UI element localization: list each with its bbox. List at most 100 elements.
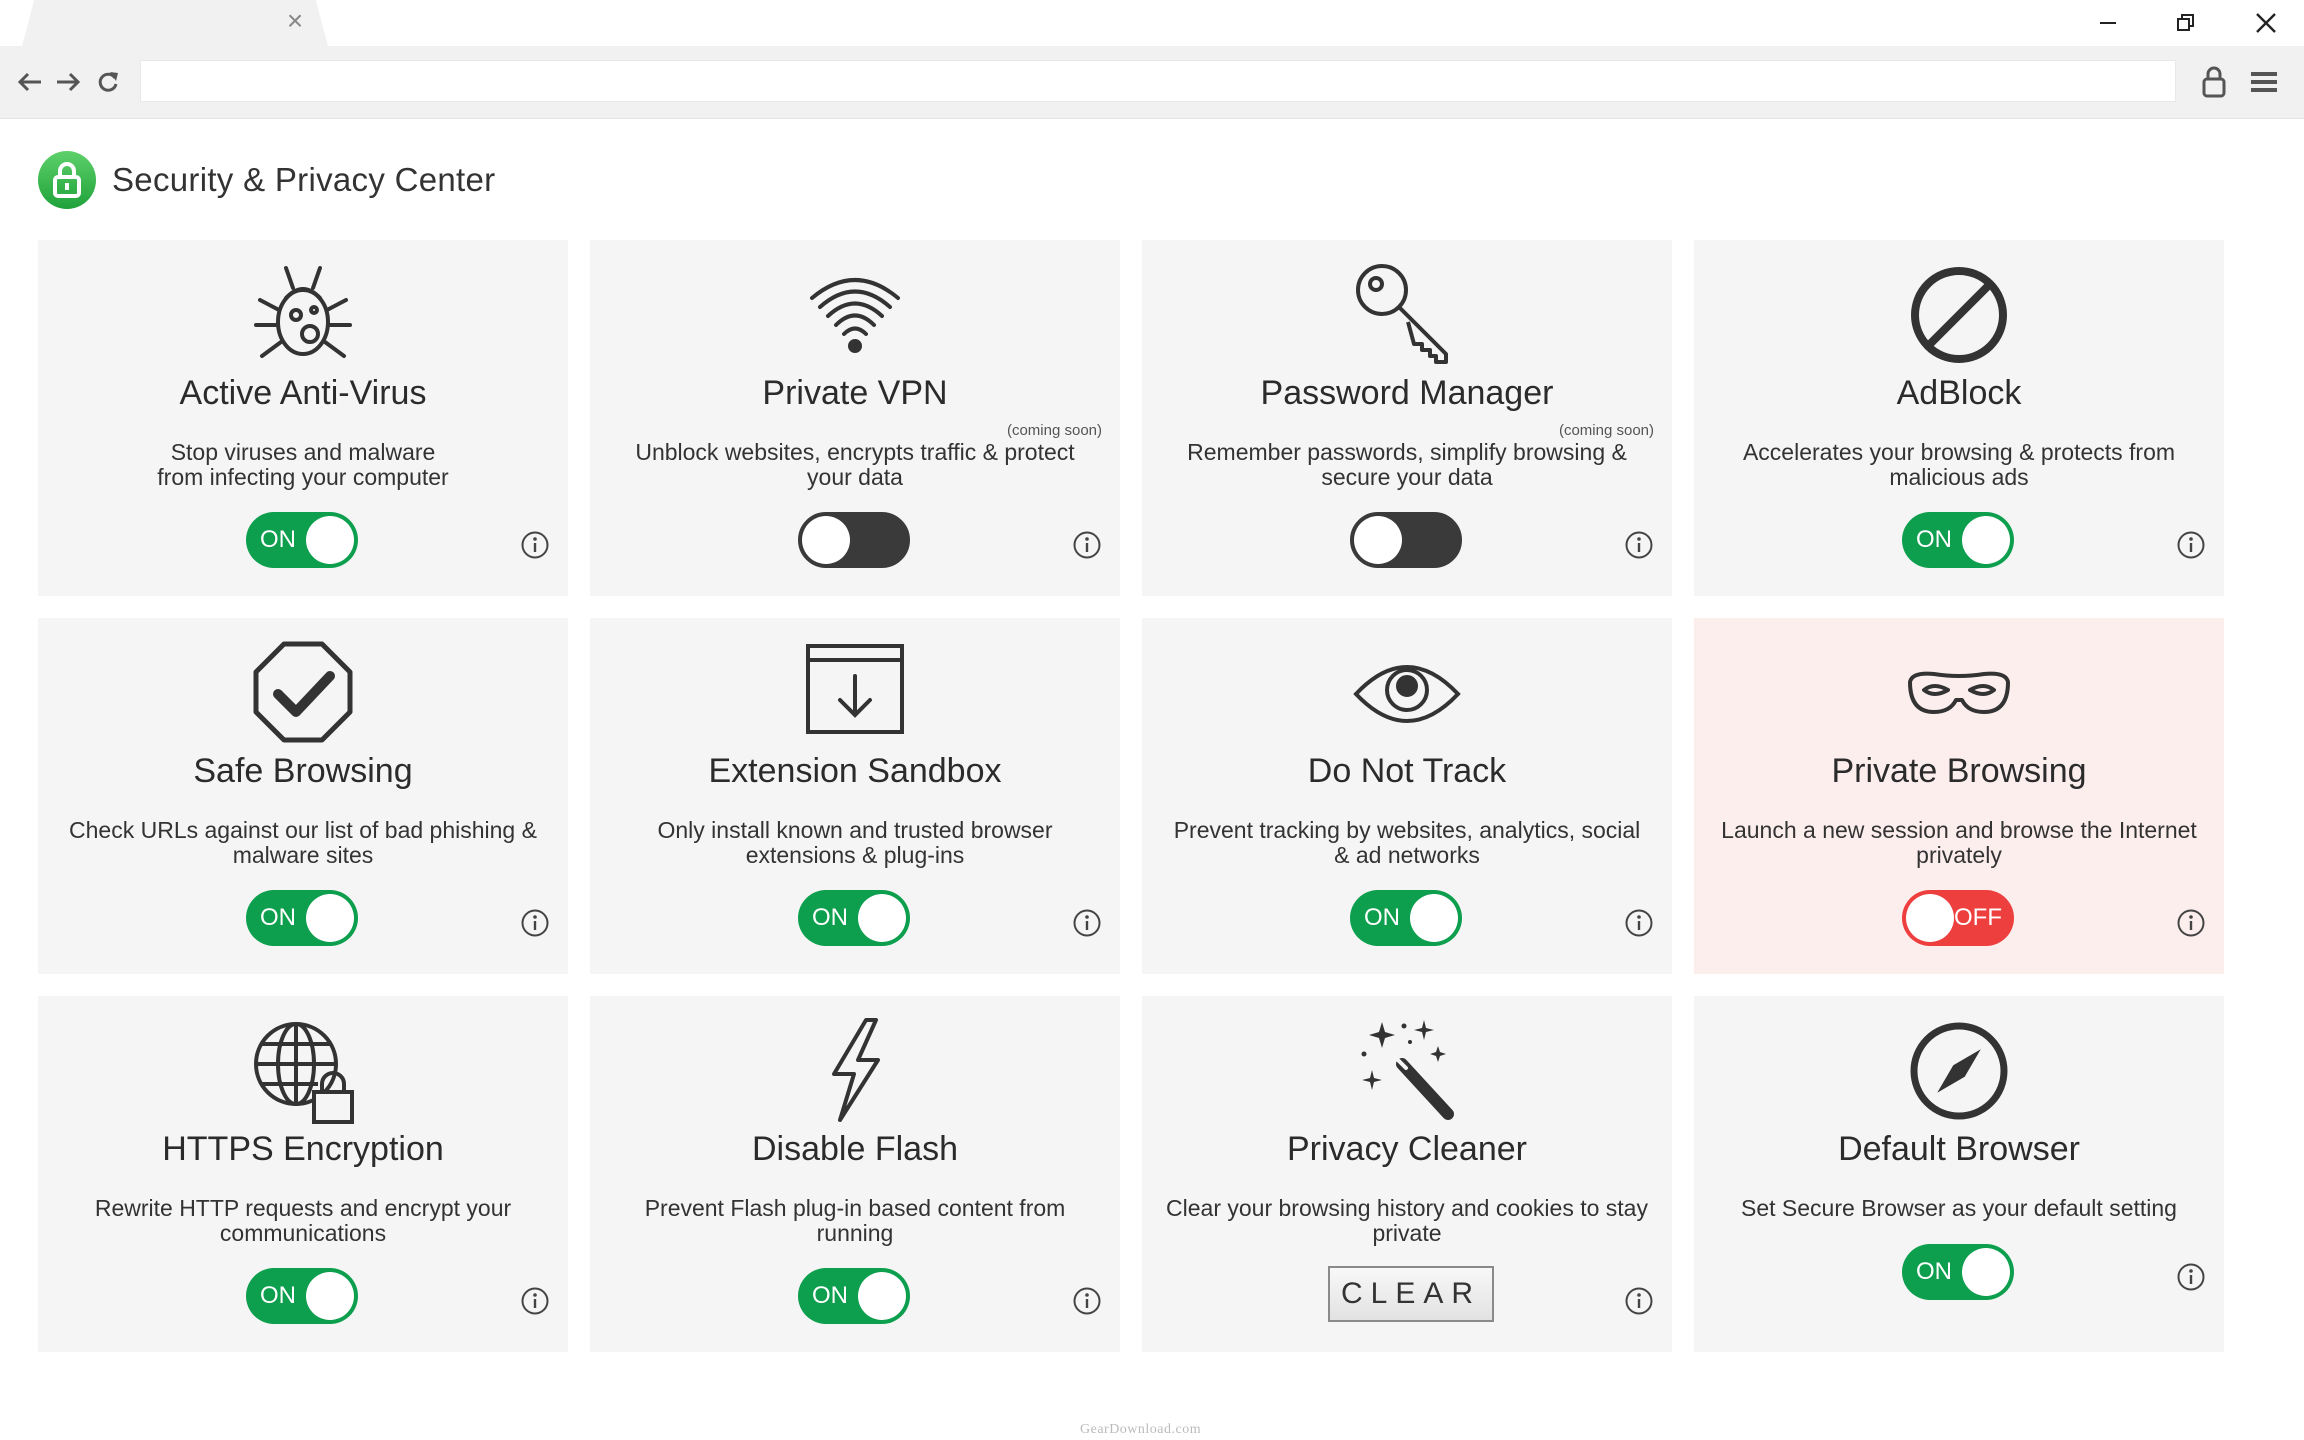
back-arrow-icon[interactable] [12,64,48,100]
sandbox-icon [590,638,1120,748]
anti-virus-toggle[interactable]: ON [246,512,358,568]
info-icon[interactable] [2176,530,2206,560]
info-icon[interactable] [520,1286,550,1316]
card-description: Clear your browsing history and cookies … [1166,1195,1648,1246]
card-title: Private Browsing [1831,752,2087,790]
card-title: Password Manager [1260,374,1554,412]
card-description: Check URLs against our list of bad phish… [69,817,537,868]
toggle-label: ON [1364,904,1400,931]
toggle-knob [1410,894,1458,942]
card-title: AdBlock [1896,374,2022,412]
toggle-knob [1354,516,1402,564]
toggle-label: ON [812,904,848,931]
magic-wand-icon [1142,1016,1672,1126]
card-private-browsing: Private Browsing Launch a new session an… [1694,618,2224,974]
card-do-not-track: Do Not Track Prevent tracking by website… [1142,618,1672,974]
watermark: GearDownload.com [1080,1422,1202,1437]
lock-icon[interactable] [2194,62,2234,102]
toggle-label: ON [260,526,296,553]
card-description: Only install known and trusted browser e… [657,817,1053,868]
card-title: Default Browser [1838,1130,2080,1168]
toggle-knob [306,1272,354,1320]
toggle-knob [1962,1248,2010,1296]
toggle-label: ON [260,1282,296,1309]
card-private-vpn: Private VPN (coming soon) Unblock websit… [590,240,1120,596]
info-icon[interactable] [520,908,550,938]
tab-close-icon[interactable]: × [280,6,310,36]
card-description: Rewrite HTTP requests and encrypt your c… [94,1195,512,1246]
card-description: Set Secure Browser as your default setti… [1741,1195,2177,1221]
disable-flash-toggle[interactable]: ON [798,1268,910,1324]
card-privacy-cleaner: Privacy Cleaner Clear your browsing hist… [1142,996,1672,1352]
card-description: Launch a new session and browse the Inte… [1721,817,2197,868]
card-https-encryption: HTTPS Encryption Rewrite HTTP requests a… [38,996,568,1352]
card-title: Private VPN [762,374,948,412]
card-description: Accelerates your browsing & protects fro… [1742,439,2176,490]
info-icon[interactable] [1624,908,1654,938]
restore-icon[interactable] [2156,4,2216,42]
lightning-icon [590,1016,1120,1126]
card-title: Extension Sandbox [708,752,1002,790]
close-window-icon[interactable] [2236,4,2296,42]
coming-soon-note: (coming soon) [1558,422,1654,439]
card-description: Remember passwords, simplify browsing & … [1187,439,1627,490]
extension-sandbox-toggle[interactable]: ON [798,890,910,946]
info-icon[interactable] [1624,1286,1654,1316]
minimize-icon[interactable] [2078,4,2138,42]
private-browsing-toggle[interactable]: OFF [1902,890,2014,946]
card-title: Do Not Track [1307,752,1507,790]
toggle-knob [802,516,850,564]
forward-arrow-icon[interactable] [50,64,86,100]
card-disable-flash: Disable Flash Prevent Flash plug-in base… [590,996,1120,1352]
toggle-label: ON [1916,526,1952,553]
card-description: Prevent Flash plug-in based content from… [644,1195,1066,1246]
card-active-anti-virus: Active Anti-Virus Stop viruses and malwa… [38,240,568,596]
card-title: HTTPS Encryption [162,1130,444,1168]
info-icon[interactable] [1072,908,1102,938]
card-title: Disable Flash [752,1130,958,1168]
https-encryption-toggle[interactable]: ON [246,1268,358,1324]
adblock-toggle[interactable]: ON [1902,512,2014,568]
block-icon [1694,260,2224,370]
safe-browsing-toggle[interactable]: ON [246,890,358,946]
shield-check-icon [38,638,568,748]
info-icon[interactable] [520,530,550,560]
coming-soon-note: (coming soon) [1006,422,1102,439]
toggle-knob [306,516,354,564]
globe-lock-icon [38,1016,568,1126]
toggle-label: ON [1916,1258,1952,1285]
toggle-knob [858,1272,906,1320]
address-bar[interactable] [140,60,2176,102]
card-description: Unblock websites, encrypts traffic & pro… [635,439,1075,490]
info-icon[interactable] [1072,530,1102,560]
vpn-toggle[interactable] [798,512,910,568]
compass-icon [1694,1016,2224,1126]
card-password-manager: Password Manager (coming soon) Remember … [1142,240,1672,596]
mask-icon [1694,638,2224,748]
wifi-icon [590,260,1120,370]
toggle-label: ON [812,1282,848,1309]
toggle-label: ON [260,904,296,931]
card-title: Active Anti-Virus [179,374,427,412]
eye-icon [1142,638,1672,748]
toggle-knob [1962,516,2010,564]
clear-button[interactable]: CLEAR [1328,1266,1494,1322]
info-icon[interactable] [1624,530,1654,560]
card-description: Stop viruses and malware from infecting … [157,439,449,490]
card-extension-sandbox: Extension Sandbox Only install known and… [590,618,1120,974]
card-title: Safe Browsing [193,752,413,790]
reload-icon[interactable] [90,64,126,100]
info-icon[interactable] [2176,1262,2206,1292]
password-manager-toggle[interactable] [1350,512,1462,568]
menu-icon[interactable] [2244,62,2284,102]
card-title: Privacy Cleaner [1287,1130,1527,1168]
toggle-knob [306,894,354,942]
toggle-knob [858,894,906,942]
title-bar: × [0,0,2304,46]
info-icon[interactable] [1072,1286,1102,1316]
default-browser-toggle[interactable]: ON [1902,1244,2014,1300]
bug-icon [38,260,568,370]
info-icon[interactable] [2176,908,2206,938]
do-not-track-toggle[interactable]: ON [1350,890,1462,946]
toggle-label: OFF [1954,904,2002,931]
